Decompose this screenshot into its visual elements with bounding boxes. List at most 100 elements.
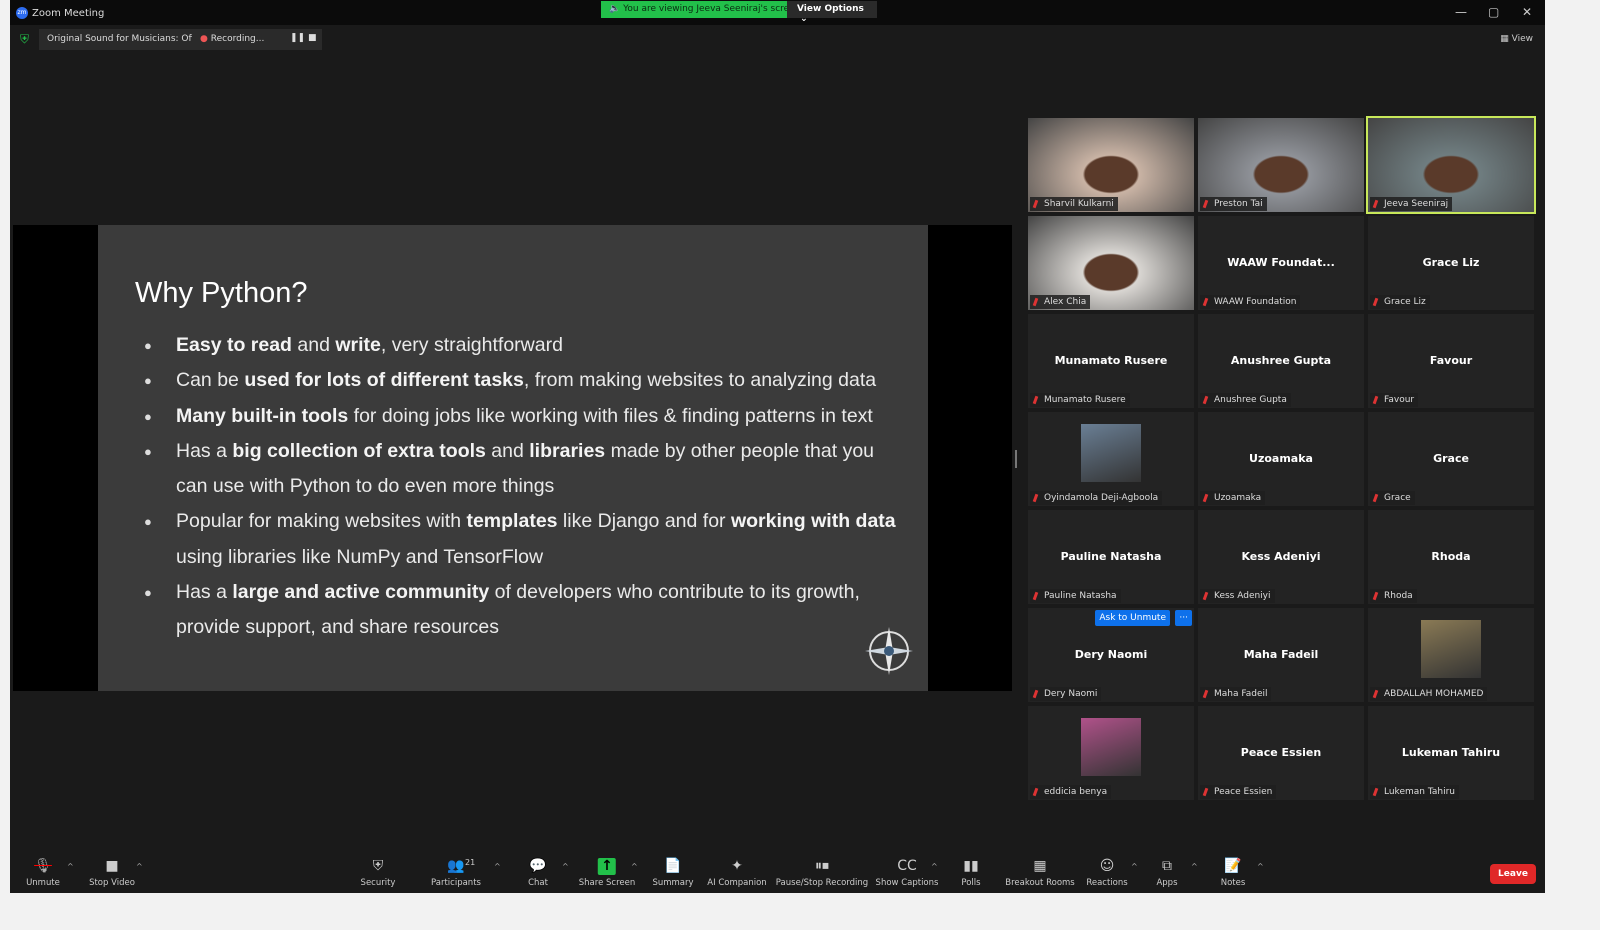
recording-indicator: ● Recording... ❚❚ ■ — [192, 29, 322, 50]
stop-video-button[interactable]: ■ Stop Video — [89, 858, 135, 888]
toolbar-label: AI Companion — [707, 878, 767, 888]
breakout-rooms-button[interactable]: ▦ Breakout Rooms — [1005, 858, 1074, 888]
encryption-shield-icon[interactable]: ⛨ — [20, 32, 29, 47]
reactions-icon: ☺ — [1099, 858, 1115, 874]
security-button[interactable]: ⛨ Security — [361, 858, 396, 888]
participant-name-label: eddicia benya — [1030, 785, 1112, 799]
view-options-button[interactable]: View Options ⌄ — [787, 1, 877, 24]
toolbar-label: Summary — [652, 878, 694, 888]
view-button[interactable]: ▦ View — [1500, 34, 1533, 44]
bold-text: templates — [466, 510, 558, 533]
participant-display-name: Munamato Rusere — [1054, 354, 1168, 367]
participant-tile[interactable]: Munamato Rusere Munamato Rusere — [1028, 314, 1194, 408]
participant-tile[interactable]: Pauline Natasha Pauline Natasha — [1028, 510, 1194, 604]
apps-button[interactable]: ⧉ Apps — [1156, 858, 1177, 888]
caret-up-icon[interactable]: ^ — [1191, 862, 1198, 871]
share-screen-button[interactable]: ↑ Share Screen — [579, 858, 635, 888]
text-segment: and — [291, 334, 336, 356]
pause-recording-button[interactable]: ❚❚ — [290, 33, 305, 43]
bold-text: Easy to read — [176, 334, 292, 356]
participant-name-label: Uzoamaka — [1200, 491, 1266, 505]
participant-tile[interactable]: Rhoda Rhoda — [1368, 510, 1534, 604]
caret-up-icon[interactable]: ^ — [136, 862, 143, 871]
participant-avatar — [1081, 424, 1141, 482]
toolbar-label: Polls — [961, 878, 981, 888]
participant-name-label: Lukeman Tahiru — [1370, 785, 1459, 799]
viewing-text: You are viewing Jeeva Seeniraj's screen — [623, 4, 801, 14]
ask-to-unmute-button[interactable]: Ask to Unmute — [1095, 610, 1170, 626]
bold-text: libraries — [529, 439, 606, 462]
show-captions-button[interactable]: CC Show Captions — [876, 858, 939, 888]
participant-tile[interactable]: Alex Chia — [1028, 216, 1194, 310]
participant-display-name: Lukeman Tahiru — [1401, 746, 1501, 759]
participant-display-name: Grace Liz — [1422, 256, 1480, 269]
close-button[interactable]: ✕ — [1522, 5, 1532, 19]
participant-display-name: Grace — [1433, 452, 1469, 465]
participant-tile[interactable]: Jeeva Seeniraj — [1366, 116, 1536, 214]
text-segment: using libraries like NumPy and TensorFlo… — [176, 545, 544, 568]
participant-tile[interactable]: Peace Essien Peace Essien — [1198, 706, 1364, 800]
participant-name-label: WAAW Foundation — [1200, 295, 1301, 309]
participant-display-name: Pauline Natasha — [1060, 550, 1162, 563]
caret-up-icon[interactable]: ^ — [494, 862, 501, 871]
toolbar-label: Stop Video — [89, 878, 135, 888]
participant-name-label: Dery Naomi — [1030, 687, 1102, 701]
bold-text: large and active community — [232, 581, 490, 604]
participant-tile[interactable]: Preston Tai — [1198, 118, 1364, 212]
presentation-slide: Why Python? Easy to read and write, very… — [98, 225, 928, 691]
participant-tile[interactable]: Kess Adeniyi Kess Adeniyi — [1198, 510, 1364, 604]
bold-text: working with data — [730, 510, 896, 533]
participant-tile[interactable]: Anushree Gupta Anushree Gupta — [1198, 314, 1364, 408]
text-segment: , very straightforward — [380, 334, 563, 356]
summary-button[interactable]: 📄 Summary — [652, 858, 693, 888]
slide-bullet: Can be used for lots of different tasks,… — [144, 363, 904, 399]
participants-button[interactable]: 👥 21 Participants — [431, 858, 481, 888]
participant-tile[interactable]: WAAW Foundat... WAAW Foundation — [1198, 216, 1364, 310]
participant-tile[interactable]: Lukeman Tahiru Lukeman Tahiru — [1368, 706, 1534, 800]
caret-up-icon[interactable]: ^ — [67, 862, 74, 871]
participant-tile[interactable]: Grace Liz Grace Liz — [1368, 216, 1534, 310]
toolbar-label: Breakout Rooms — [1005, 878, 1075, 888]
caret-up-icon[interactable]: ^ — [562, 862, 569, 871]
title-bar: zm Zoom Meeting 🔈 You are viewing Jeeva … — [10, 0, 1545, 25]
pause-stop-recording-button[interactable]: ⏸⏹ Pause/Stop Recording — [776, 858, 868, 888]
caret-up-icon[interactable]: ^ — [1131, 862, 1138, 871]
chat-button[interactable]: 💬 Chat — [528, 858, 548, 888]
participant-tile[interactable]: Dery Naomi Ask to Unmute ··· Dery Naomi — [1028, 608, 1194, 702]
participant-tile[interactable]: Sharvil Kulkarni — [1028, 118, 1194, 212]
toolbar-label: Apps — [1156, 878, 1178, 888]
original-sound-button[interactable]: Original Sound for Musicians: Off — [39, 29, 203, 50]
caret-up-icon[interactable]: ^ — [931, 862, 938, 871]
leave-button[interactable]: Leave — [1490, 864, 1536, 884]
share-screen-icon: ↑ — [598, 858, 616, 875]
participant-tile[interactable]: Oyindamola Deji-Agboola — [1028, 412, 1194, 506]
text-segment: and — [485, 439, 530, 462]
participant-tile[interactable]: Grace Grace — [1368, 412, 1534, 506]
notes-button[interactable]: 📝 Notes — [1221, 858, 1246, 888]
shield-icon: ⛨ — [372, 858, 384, 874]
ai-companion-button[interactable]: ✦ AI Companion — [707, 858, 766, 888]
captions-icon: CC — [897, 858, 917, 874]
text-segment: , from making websites to analyzing data — [523, 369, 877, 392]
polls-button[interactable]: ▮▮ Polls — [961, 858, 980, 888]
stop-recording-button[interactable]: ■ — [308, 33, 317, 43]
text-segment: Has a — [176, 581, 233, 604]
reactions-button[interactable]: ☺ Reactions — [1086, 858, 1127, 888]
participant-tile[interactable]: eddicia benya — [1028, 706, 1194, 800]
viewing-screen-banner: 🔈 You are viewing Jeeva Seeniraj's scree… — [601, 1, 809, 18]
caret-up-icon[interactable]: ^ — [631, 862, 638, 871]
participant-tile[interactable]: ABDALLAH MOHAMED — [1368, 608, 1534, 702]
minimize-button[interactable]: — — [1455, 5, 1467, 19]
panel-resize-handle[interactable] — [1015, 450, 1017, 468]
participant-tile[interactable]: Favour Favour — [1368, 314, 1534, 408]
participant-name-label: Oyindamola Deji-Agboola — [1030, 491, 1163, 505]
caret-up-icon[interactable]: ^ — [1257, 862, 1264, 871]
participant-tile[interactable]: Maha Fadeil Maha Fadeil — [1198, 608, 1364, 702]
unmute-button[interactable]: 🎙 Unmute — [26, 858, 60, 888]
participant-display-name: Kess Adeniyi — [1241, 550, 1321, 563]
toolbar-label: Reactions — [1086, 878, 1128, 888]
maximize-button[interactable]: ▢ — [1488, 5, 1499, 19]
participant-name-label: Preston Tai — [1200, 197, 1267, 211]
participant-tile[interactable]: Uzoamaka Uzoamaka — [1198, 412, 1364, 506]
more-options-button[interactable]: ··· — [1175, 610, 1192, 626]
